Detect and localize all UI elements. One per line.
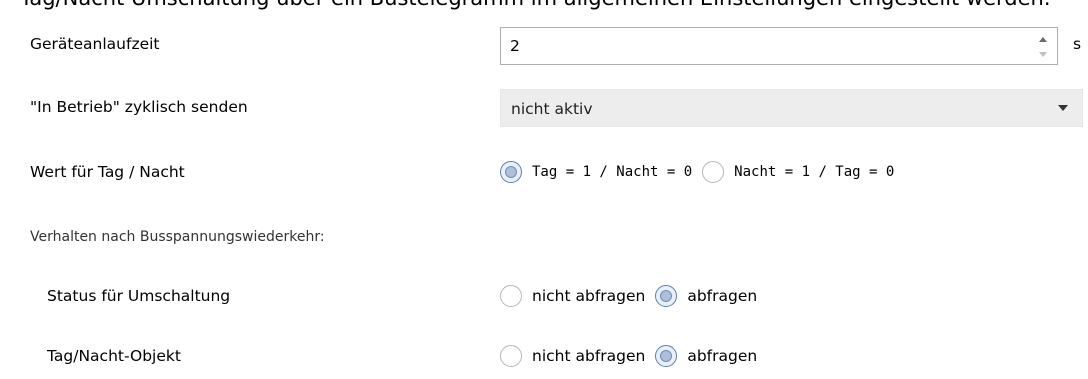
radio-label: abfragen bbox=[687, 287, 758, 305]
day-night-value-label: Wert für Tag / Nacht bbox=[30, 163, 185, 181]
radio-option-not-query[interactable]: nicht abfragen bbox=[500, 285, 645, 307]
startup-time-label: Geräteanlaufzeit bbox=[30, 35, 160, 53]
radio-checked-icon[interactable] bbox=[655, 285, 678, 307]
startup-time-unit: s bbox=[1073, 35, 1082, 53]
radio-unchecked-icon[interactable] bbox=[702, 161, 725, 183]
radio-label: Tag = 1 / Nacht = 0 bbox=[532, 164, 693, 180]
startup-time-value: 2 bbox=[510, 37, 520, 55]
cropped-heading: Tag/Nacht Umschaltung über ein Bustelegr… bbox=[0, 0, 1088, 11]
cyclic-send-dropdown[interactable]: nicht aktiv bbox=[500, 89, 1083, 127]
radio-label: nicht abfragen bbox=[532, 347, 646, 365]
day-night-object-radio-group: nicht abfragen abfragen bbox=[500, 345, 767, 367]
radio-option-day-1[interactable]: Tag = 1 / Nacht = 0 bbox=[500, 161, 692, 183]
radio-label: abfragen bbox=[687, 347, 758, 365]
cyclic-send-label: "In Betrieb" zyklisch senden bbox=[30, 98, 248, 116]
startup-time-spinbox[interactable]: 2 bbox=[500, 27, 1058, 65]
radio-option-query[interactable]: abfragen bbox=[655, 345, 757, 367]
radio-checked-icon[interactable] bbox=[500, 161, 522, 183]
radio-label: Nacht = 1 / Tag = 0 bbox=[734, 164, 895, 180]
switch-status-radio-group: nicht abfragen abfragen bbox=[500, 285, 767, 307]
radio-option-night-1[interactable]: Nacht = 1 / Tag = 0 bbox=[702, 161, 894, 183]
chevron-down-icon bbox=[1058, 105, 1068, 111]
radio-label: nicht abfragen bbox=[532, 287, 646, 305]
cyclic-send-selected: nicht aktiv bbox=[511, 100, 593, 118]
spin-up-icon[interactable] bbox=[1039, 37, 1047, 42]
day-night-object-label: Tag/Nacht-Objekt bbox=[47, 347, 181, 365]
radio-option-query[interactable]: abfragen bbox=[655, 285, 757, 307]
switch-status-label: Status für Umschaltung bbox=[47, 287, 231, 305]
spin-down-icon[interactable] bbox=[1039, 52, 1047, 57]
section-heading: Verhalten nach Busspannungswiederkehr: bbox=[30, 229, 325, 245]
day-night-value-radio-group: Tag = 1 / Nacht = 0 Nacht = 1 / Tag = 0 bbox=[500, 161, 904, 183]
radio-unchecked-icon[interactable] bbox=[500, 285, 522, 307]
radio-unchecked-icon[interactable] bbox=[500, 345, 522, 367]
radio-option-not-query[interactable]: nicht abfragen bbox=[500, 345, 645, 367]
radio-checked-icon[interactable] bbox=[655, 345, 678, 367]
